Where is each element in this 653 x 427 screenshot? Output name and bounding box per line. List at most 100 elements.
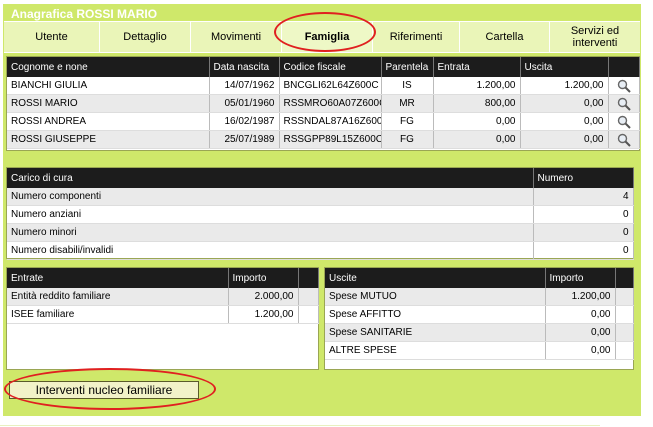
row-action-cell[interactable] xyxy=(608,94,640,113)
table-cell: Spese SANITARIE xyxy=(325,323,546,342)
entrate-panel: Entrate Importo Entità reddito familiare… xyxy=(6,267,319,370)
blank-cell xyxy=(615,305,634,324)
table-cell: 0 xyxy=(533,205,634,224)
blank-cell xyxy=(298,305,319,324)
family-header-row: Cognome e none Data nascita Codice fisca… xyxy=(7,57,640,77)
col-entrate: Entrate xyxy=(7,268,229,288)
table-cell: 0,00 xyxy=(520,112,609,131)
tab-bar: Utente Dettaglio Movimenti Famiglia Rife… xyxy=(4,21,640,53)
table-cell: 0,00 xyxy=(545,341,616,360)
table-cell: ROSSI MARIO xyxy=(7,94,210,113)
table-cell: Spese AFFITTO xyxy=(325,305,546,324)
tab-utente[interactable]: Utente xyxy=(4,22,100,52)
table-cell: 4 xyxy=(533,188,634,206)
table-cell: ISEE familiare xyxy=(7,305,229,324)
uscite-table: Uscite Importo Spese MUTUO 1.200,00 Spese … xyxy=(325,268,634,360)
uscite-row: Spese SANITARIE 0,00 xyxy=(325,323,634,342)
table-cell: RSSGPP89L15Z600C xyxy=(279,130,382,149)
tab-riferimenti[interactable]: Riferimenti xyxy=(373,22,460,52)
table-cell: 1.200,00 xyxy=(545,288,616,306)
table-cell: MR xyxy=(381,94,434,113)
row-action-cell[interactable] xyxy=(608,112,640,131)
table-cell: Numero disabili/invalidi xyxy=(7,241,534,260)
table-cell: 05/01/1960 xyxy=(209,94,280,113)
uscite-row: Spese AFFITTO 0,00 xyxy=(325,305,634,324)
col-uscite: Uscite xyxy=(325,268,546,288)
table-cell: 14/07/1962 xyxy=(209,77,280,95)
col-importo-entrate: Importo xyxy=(228,268,299,288)
table-cell: 0,00 xyxy=(545,305,616,324)
entrate-header-row: Entrate Importo xyxy=(7,268,319,288)
table-cell: 1.200,00 xyxy=(520,77,609,95)
table-cell: RSSNDAL87A16Z600 xyxy=(279,112,382,131)
carico-row: Numero anziani 0 xyxy=(7,205,634,224)
table-cell: 1.200,00 xyxy=(228,305,299,324)
row-action-cell[interactable] xyxy=(608,77,640,95)
carico-row: Numero componenti 4 xyxy=(7,188,634,206)
magnifier-icon[interactable] xyxy=(617,133,631,147)
col-cf: Codice fiscale xyxy=(279,57,382,77)
uscite-panel: Uscite Importo Spese MUTUO 1.200,00 Spese … xyxy=(324,267,634,370)
table-cell: Entità reddito familiare xyxy=(7,288,229,306)
table-cell: 1.200,00 xyxy=(433,77,521,95)
blank-cell xyxy=(615,323,634,342)
table-cell: 0 xyxy=(533,223,634,242)
col-rel: Parentela xyxy=(381,57,434,77)
col-name: Cognome e none xyxy=(7,57,210,77)
magnifier-icon[interactable] xyxy=(617,79,631,93)
table-cell: 800,00 xyxy=(433,94,521,113)
magnifier-icon[interactable] xyxy=(617,97,631,111)
tab-movimenti[interactable]: Movimenti xyxy=(191,22,282,52)
col-blank-uscite xyxy=(615,268,634,288)
table-cell: BNCGLI62L64Z600C xyxy=(279,77,382,95)
family-row[interactable]: ROSSI ANDREA 16/02/1987 RSSNDAL87A16Z600 FG… xyxy=(7,112,640,131)
row-action-cell[interactable] xyxy=(608,130,640,149)
blank-cell xyxy=(615,341,634,360)
table-cell: BIANCHI GIULIA xyxy=(7,77,210,95)
table-cell: 0,00 xyxy=(520,94,609,113)
carico-panel: Carico di cura Numero Numero componenti 4… xyxy=(6,167,634,260)
table-cell: Numero minori xyxy=(7,223,534,242)
family-row[interactable]: BIANCHI GIULIA 14/07/1962 BNCGLI62L64Z600C… xyxy=(7,77,640,95)
blank-cell xyxy=(298,288,319,306)
table-cell: Numero anziani xyxy=(7,205,534,224)
table-cell: 0,00 xyxy=(545,323,616,342)
table-cell: 0,00 xyxy=(520,130,609,149)
table-cell: 0,00 xyxy=(433,130,521,149)
magnifier-icon[interactable] xyxy=(617,115,631,129)
tab-cartella[interactable]: Cartella xyxy=(460,22,550,52)
table-cell: IS xyxy=(381,77,434,95)
entrate-row: ISEE familiare 1.200,00 xyxy=(7,305,319,324)
carico-header-row: Carico di cura Numero xyxy=(7,168,634,188)
carico-table: Carico di cura Numero Numero componenti 4… xyxy=(7,168,634,260)
table-cell: 25/07/1989 xyxy=(209,130,280,149)
col-carico: Carico di cura xyxy=(7,168,534,188)
blank-cell xyxy=(615,288,634,306)
uscite-row: ALTRE SPESE 0,00 xyxy=(325,341,634,360)
family-row[interactable]: ROSSI MARIO 05/01/1960 RSSMRO60A07Z600C MR 8… xyxy=(7,94,640,113)
table-cell: Numero componenti xyxy=(7,188,534,206)
interventi-nucleo-button[interactable]: Interventi nucleo familiare xyxy=(9,381,199,399)
col-birth: Data nascita xyxy=(209,57,280,77)
uscite-row: Spese MUTUO 1.200,00 xyxy=(325,288,634,306)
table-cell: 16/02/1987 xyxy=(209,112,280,131)
table-cell: 2.000,00 xyxy=(228,288,299,306)
table-cell: ROSSI GIUSEPPE xyxy=(7,130,210,149)
table-cell: FG xyxy=(381,112,434,131)
entrate-table: Entrate Importo Entità reddito familiare… xyxy=(7,268,319,324)
entrate-row: Entità reddito familiare 2.000,00 xyxy=(7,288,319,306)
table-cell: FG xyxy=(381,130,434,149)
table-cell: 0,00 xyxy=(433,112,521,131)
family-panel: Cognome e none Data nascita Codice fisca… xyxy=(6,56,640,151)
page-title: Anagrafica ROSSI MARIO xyxy=(11,7,158,21)
col-numero: Numero xyxy=(533,168,634,188)
uscite-header-row: Uscite Importo xyxy=(325,268,634,288)
col-out: Uscita xyxy=(520,57,609,77)
col-action xyxy=(608,57,640,77)
table-cell: Spese MUTUO xyxy=(325,288,546,306)
tab-dettaglio[interactable]: Dettaglio xyxy=(100,22,191,52)
tab-servizi-interventi[interactable]: Servizi ed interventi xyxy=(550,22,640,52)
col-in: Entrata xyxy=(433,57,521,77)
family-row[interactable]: ROSSI GIUSEPPE 25/07/1989 RSSGPP89L15Z600C… xyxy=(7,130,640,149)
tab-famiglia[interactable]: Famiglia xyxy=(282,22,373,52)
